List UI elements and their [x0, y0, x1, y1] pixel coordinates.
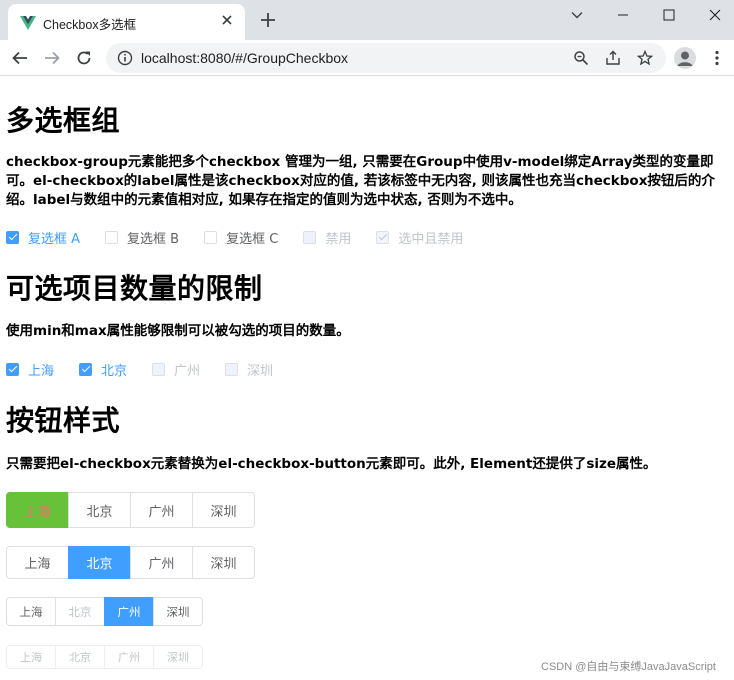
checkbox-shanghai[interactable]: 上海	[6, 360, 54, 379]
checkbox-box[interactable]	[204, 230, 218, 244]
checkbox-button-shanghai[interactable]: 上海	[6, 546, 69, 579]
zoom-icon[interactable]	[572, 49, 590, 67]
checkbox-label: 复选框 A	[28, 231, 81, 247]
checkbox-group-basic: 复选框 A 复选框 B 复选框 C 禁用 选中且禁用	[6, 228, 488, 247]
forward-arrow-icon[interactable]	[38, 44, 66, 72]
tab-title: Checkbox多选框	[43, 18, 137, 32]
checkbox-box	[303, 230, 317, 244]
checkbox-button-guangzhou[interactable]: 广州	[130, 492, 193, 528]
reload-icon[interactable]	[70, 44, 98, 72]
info-icon[interactable]	[116, 49, 134, 67]
back-arrow-icon[interactable]	[6, 44, 34, 72]
checkbox-button-shenzhen[interactable]: 深圳	[192, 546, 255, 579]
section-title-button-style: 按钮样式	[6, 404, 121, 437]
checkbox-button-beijing[interactable]: 北京	[68, 492, 131, 528]
checkbox-label: 广州	[174, 363, 201, 379]
page-content: 多选框组 checkbox-group元素能把多个checkbox 管理为一组,…	[0, 77, 734, 680]
checkbox-button-group-default: 上海 北京 广州 深圳	[6, 492, 255, 528]
checkbox-disabled: 禁用	[303, 228, 351, 247]
checkbox-box	[376, 230, 390, 244]
checkbox-a[interactable]: 复选框 A	[6, 228, 80, 247]
section-desc-limit: 使用min和max属性能够限制可以被勾选的项目的数量。	[6, 323, 350, 339]
checkbox-button-guangzhou: 广州	[104, 645, 154, 669]
section-title-checkbox-group: 多选框组	[6, 104, 121, 137]
checkbox-button-group-small: 上海 北京 广州 深圳	[6, 597, 203, 626]
checkbox-button-shenzhen: 深圳	[153, 645, 203, 669]
checkbox-button-guangzhou[interactable]: 广州	[130, 546, 193, 579]
star-icon[interactable]	[636, 49, 654, 67]
checkbox-box[interactable]	[105, 230, 119, 244]
checkbox-button-shenzhen[interactable]: 深圳	[192, 492, 255, 528]
minimize-icon[interactable]	[600, 0, 646, 30]
checkbox-button-shanghai: 上海	[6, 645, 56, 669]
checkbox-box	[225, 362, 239, 376]
checkbox-group-cities: 上海 北京 广州 深圳	[6, 360, 298, 379]
checkbox-label: 上海	[28, 363, 55, 379]
close-icon[interactable]	[219, 12, 235, 28]
checkbox-button-group-mini-disabled: 上海 北京 广州 深圳	[6, 645, 203, 669]
more-vert-icon[interactable]	[703, 44, 731, 72]
checkbox-button-shanghai[interactable]: 上海	[6, 597, 56, 626]
profile-icon[interactable]	[674, 47, 696, 69]
checkbox-label: 复选框 B	[127, 231, 180, 247]
section-title-limit: 可选项目数量的限制	[6, 272, 263, 305]
address-bar[interactable]: localhost:8080/#/GroupCheckbox	[106, 43, 666, 73]
checkbox-box	[152, 362, 166, 376]
browser-tab[interactable]: Checkbox多选框	[8, 4, 245, 40]
checkbox-box[interactable]	[79, 362, 93, 376]
chevron-down-icon[interactable]	[554, 0, 600, 30]
checkbox-b[interactable]: 复选框 B	[105, 228, 179, 247]
checkbox-box[interactable]	[6, 362, 19, 376]
checkbox-label: 选中且禁用	[398, 231, 464, 247]
checkbox-label: 复选框 C	[226, 231, 279, 247]
checkbox-beijing[interactable]: 北京	[79, 360, 127, 379]
checkbox-button-shanghai[interactable]: 上海	[6, 492, 69, 528]
checkbox-button-shenzhen[interactable]: 深圳	[153, 597, 203, 626]
browser-tab-strip: Checkbox多选框	[0, 0, 734, 40]
checkbox-button-guangzhou[interactable]: 广州	[104, 597, 154, 626]
checkbox-button-beijing: 北京	[55, 597, 105, 626]
share-icon[interactable]	[604, 49, 622, 67]
plus-icon[interactable]	[258, 10, 278, 30]
url-text[interactable]: localhost:8080/#/GroupCheckbox	[141, 50, 348, 66]
checkbox-box[interactable]	[6, 230, 19, 244]
checkbox-button-group-medium: 上海 北京 广州 深圳	[6, 546, 255, 579]
vue-logo-icon	[20, 15, 36, 30]
checkbox-guangzhou: 广州	[152, 360, 200, 379]
checkbox-label: 北京	[101, 363, 128, 379]
checkbox-shenzhen: 深圳	[225, 360, 273, 379]
close-window-icon[interactable]	[692, 0, 734, 30]
maximize-icon[interactable]	[646, 0, 692, 30]
csdn-watermark: CSDN @自由与束缚JavaJavaScript	[541, 661, 716, 673]
browser-toolbar: localhost:8080/#/GroupCheckbox	[0, 40, 734, 76]
section-desc-button-style: 只需要把el-checkbox元素替换为el-checkbox-button元素…	[6, 456, 657, 472]
checkbox-label: 禁用	[325, 231, 352, 247]
checkbox-label: 深圳	[247, 363, 274, 379]
checkbox-c[interactable]: 复选框 C	[204, 228, 278, 247]
section-desc-checkbox-group: checkbox-group元素能把多个checkbox 管理为一组, 只需要在…	[6, 154, 715, 208]
checkbox-button-beijing[interactable]: 北京	[68, 546, 131, 579]
checkbox-button-beijing: 北京	[55, 645, 105, 669]
checkbox-checked-disabled: 选中且禁用	[376, 228, 463, 247]
